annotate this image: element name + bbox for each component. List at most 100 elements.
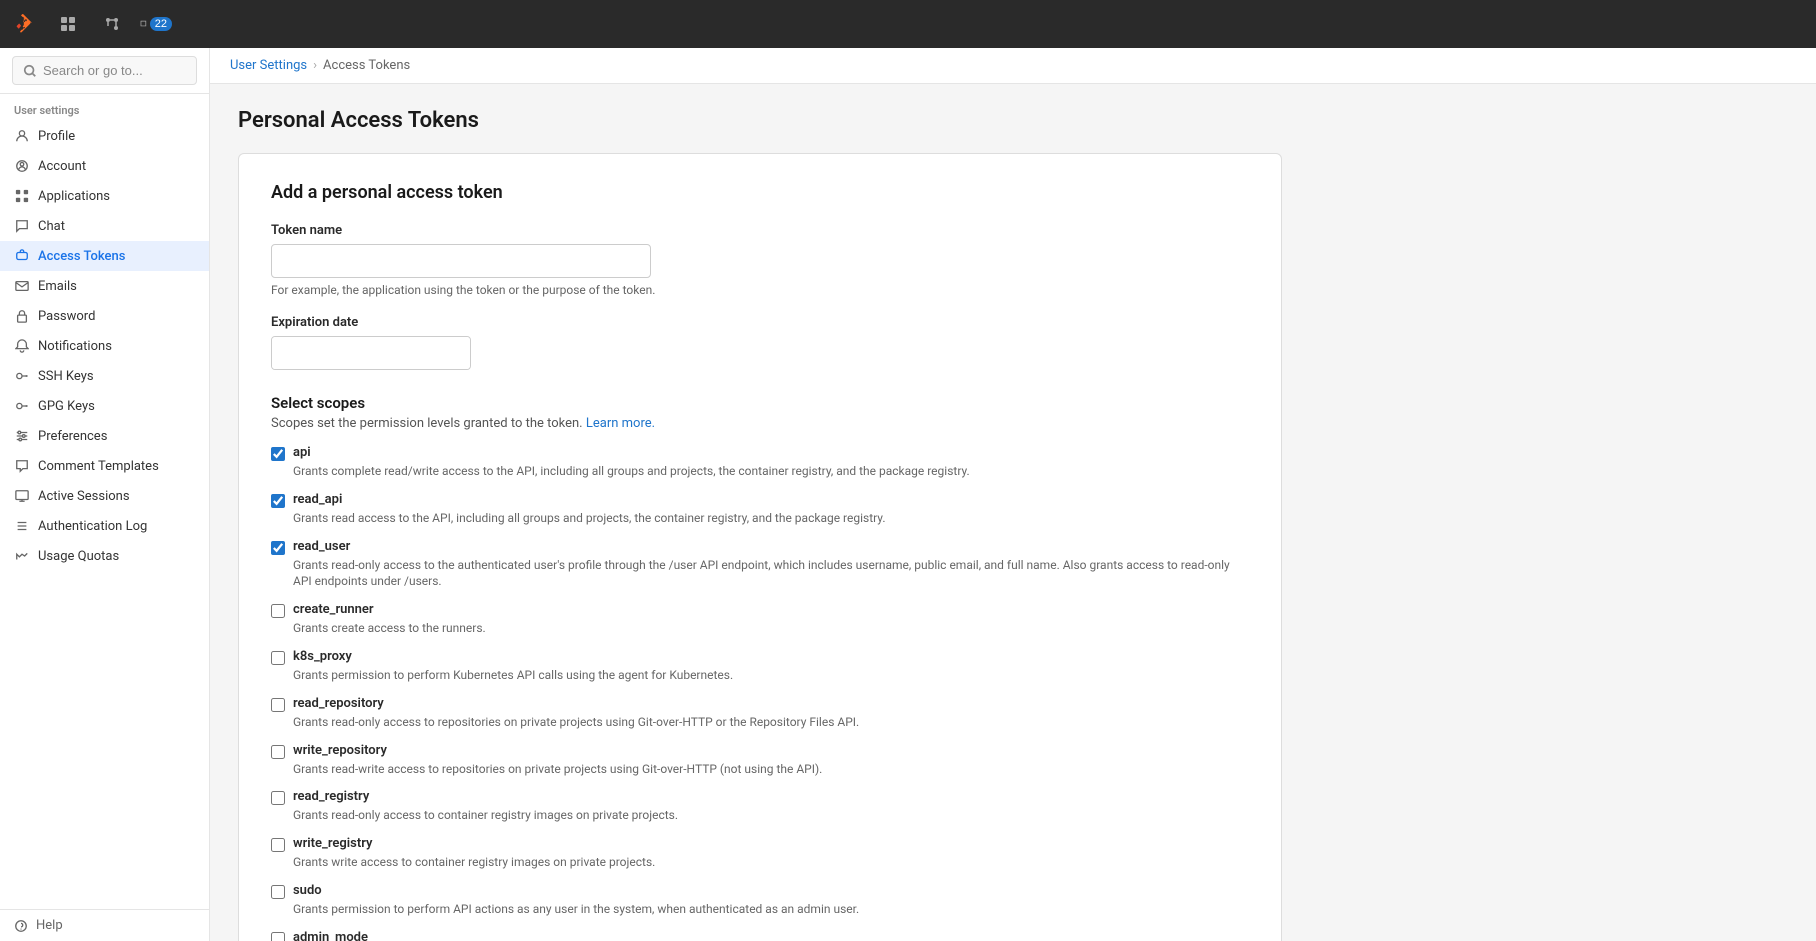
key-icon bbox=[14, 398, 30, 414]
expiration-input[interactable] bbox=[272, 337, 471, 369]
sidebar-item-preferences[interactable]: Preferences bbox=[0, 421, 209, 451]
scope-item-write_repository: write_repository Grants read-write acces… bbox=[271, 743, 1249, 778]
scope-item-read_repository: read_repository Grants read-only access … bbox=[271, 696, 1249, 731]
sidebar-item-ssh-keys[interactable]: SSH Keys bbox=[0, 361, 209, 391]
app-logo[interactable] bbox=[12, 10, 40, 38]
sidebar-label-profile: Profile bbox=[38, 129, 75, 144]
sidebar-item-usage-quotas[interactable]: Usage Quotas bbox=[0, 541, 209, 571]
apps-icon bbox=[14, 188, 30, 204]
scope-name-k8s_proxy: k8s_proxy bbox=[293, 649, 352, 664]
chat-icon bbox=[14, 218, 30, 234]
scope-name-admin_mode: admin_mode bbox=[293, 930, 368, 941]
help-label: Help bbox=[36, 918, 63, 933]
scope-desc-read_repository: Grants read-only access to repositories … bbox=[293, 714, 1249, 731]
scope-desc-read_registry: Grants read-only access to container reg… bbox=[293, 807, 1249, 824]
scope-checkbox-sudo[interactable] bbox=[271, 885, 285, 899]
scope-desc-api: Grants complete read/write access to the… bbox=[293, 463, 1249, 480]
token-name-input[interactable] bbox=[271, 244, 651, 278]
sliders-icon bbox=[14, 428, 30, 444]
scope-name-create_runner: create_runner bbox=[293, 602, 374, 617]
monitor-icon bbox=[14, 488, 30, 504]
breadcrumb-separator: › bbox=[313, 58, 317, 73]
scope-name-write_repository: write_repository bbox=[293, 743, 387, 758]
scope-item-read_registry: read_registry Grants read-only access to… bbox=[271, 789, 1249, 824]
token-icon bbox=[14, 248, 30, 264]
sidebar-help[interactable]: Help bbox=[0, 909, 209, 941]
scope-checkbox-write_repository[interactable] bbox=[271, 745, 285, 759]
key-icon bbox=[14, 368, 30, 384]
sidebar-label-emails: Emails bbox=[38, 279, 77, 294]
scope-checkbox-read_api[interactable] bbox=[271, 494, 285, 508]
sidebar-label-chat: Chat bbox=[38, 219, 65, 234]
sidebar-label-comment-templates: Comment Templates bbox=[38, 459, 159, 474]
topbar: 22 bbox=[0, 0, 1816, 48]
issues-button[interactable]: 22 bbox=[140, 8, 172, 40]
scope-checkbox-read_user[interactable] bbox=[271, 541, 285, 555]
search-button[interactable]: Search or go to... bbox=[12, 56, 197, 85]
sidebar-search-container: Search or go to... bbox=[0, 48, 209, 94]
scope-checkbox-write_registry[interactable] bbox=[271, 838, 285, 852]
sidebar-item-comment-templates[interactable]: Comment Templates bbox=[0, 451, 209, 481]
person-icon bbox=[14, 128, 30, 144]
sidebar-item-active-sessions[interactable]: Active Sessions bbox=[0, 481, 209, 511]
scope-checkbox-api[interactable] bbox=[271, 447, 285, 461]
scope-name-read_repository: read_repository bbox=[293, 696, 384, 711]
scope-checkbox-read_repository[interactable] bbox=[271, 698, 285, 712]
scope-checkbox-create_runner[interactable] bbox=[271, 604, 285, 618]
scopes-hint: Scopes set the permission levels granted… bbox=[271, 416, 1249, 431]
scope-desc-k8s_proxy: Grants permission to perform Kubernetes … bbox=[293, 667, 1249, 684]
board-button[interactable] bbox=[52, 8, 84, 40]
scope-checkbox-admin_mode[interactable] bbox=[271, 932, 285, 941]
breadcrumb-parent[interactable]: User Settings bbox=[230, 58, 307, 73]
sidebar: Search or go to... User settings Profile… bbox=[0, 48, 210, 941]
scope-item-admin_mode: admin_mode Grants permission to perform … bbox=[271, 930, 1249, 941]
sidebar-label-applications: Applications bbox=[38, 189, 110, 204]
comment-icon bbox=[14, 458, 30, 474]
scopes-title: Select scopes bbox=[271, 394, 1249, 412]
content-area: User Settings › Access Tokens Personal A… bbox=[210, 48, 1816, 941]
scope-item-sudo: sudo Grants permission to perform API ac… bbox=[271, 883, 1249, 918]
sidebar-label-active-sessions: Active Sessions bbox=[38, 489, 130, 504]
sidebar-item-applications[interactable]: Applications bbox=[0, 181, 209, 211]
list-icon bbox=[14, 518, 30, 534]
scopes-section: Select scopes Scopes set the permission … bbox=[271, 394, 1249, 941]
email-icon bbox=[14, 278, 30, 294]
sidebar-item-auth-log[interactable]: Authentication Log bbox=[0, 511, 209, 541]
scopes-hint-text: Scopes set the permission levels granted… bbox=[271, 416, 583, 431]
token-name-group: Token name For example, the application … bbox=[271, 223, 1249, 297]
scope-checkbox-read_registry[interactable] bbox=[271, 791, 285, 805]
scope-item-k8s_proxy: k8s_proxy Grants permission to perform K… bbox=[271, 649, 1249, 684]
sidebar-item-access-tokens[interactable]: Access Tokens bbox=[0, 241, 209, 271]
sidebar-label-preferences: Preferences bbox=[38, 429, 107, 444]
chart-icon bbox=[14, 548, 30, 564]
token-name-hint: For example, the application using the t… bbox=[271, 283, 1249, 297]
bell-icon bbox=[14, 338, 30, 354]
sidebar-item-profile[interactable]: Profile bbox=[0, 121, 209, 151]
sidebar-label-account: Account bbox=[38, 159, 86, 174]
sidebar-label-access-tokens: Access Tokens bbox=[38, 249, 125, 264]
scope-name-read_user: read_user bbox=[293, 539, 350, 554]
date-input-wrapper bbox=[271, 336, 471, 370]
scope-name-write_registry: write_registry bbox=[293, 836, 372, 851]
pr-button[interactable] bbox=[96, 8, 128, 40]
page-title: Personal Access Tokens bbox=[238, 108, 1282, 133]
sidebar-item-gpg-keys[interactable]: GPG Keys bbox=[0, 391, 209, 421]
sidebar-item-emails[interactable]: Emails bbox=[0, 271, 209, 301]
breadcrumb-current: Access Tokens bbox=[323, 58, 410, 73]
account-icon bbox=[14, 158, 30, 174]
sidebar-label-ssh-keys: SSH Keys bbox=[38, 369, 94, 384]
scope-item-write_registry: write_registry Grants write access to co… bbox=[271, 836, 1249, 871]
scope-checkbox-k8s_proxy[interactable] bbox=[271, 651, 285, 665]
sidebar-item-notifications[interactable]: Notifications bbox=[0, 331, 209, 361]
card-title: Add a personal access token bbox=[271, 182, 1249, 203]
scope-name-sudo: sudo bbox=[293, 883, 322, 898]
sidebar-label-usage-quotas: Usage Quotas bbox=[38, 549, 119, 564]
token-name-label: Token name bbox=[271, 223, 1249, 238]
sidebar-label-gpg-keys: GPG Keys bbox=[38, 399, 95, 414]
sidebar-item-chat[interactable]: Chat bbox=[0, 211, 209, 241]
scope-item-api: api Grants complete read/write access to… bbox=[271, 445, 1249, 480]
sidebar-item-account[interactable]: Account bbox=[0, 151, 209, 181]
expiration-label: Expiration date bbox=[271, 315, 1249, 330]
sidebar-item-password[interactable]: Password bbox=[0, 301, 209, 331]
scopes-learn-more[interactable]: Learn more. bbox=[586, 416, 655, 431]
